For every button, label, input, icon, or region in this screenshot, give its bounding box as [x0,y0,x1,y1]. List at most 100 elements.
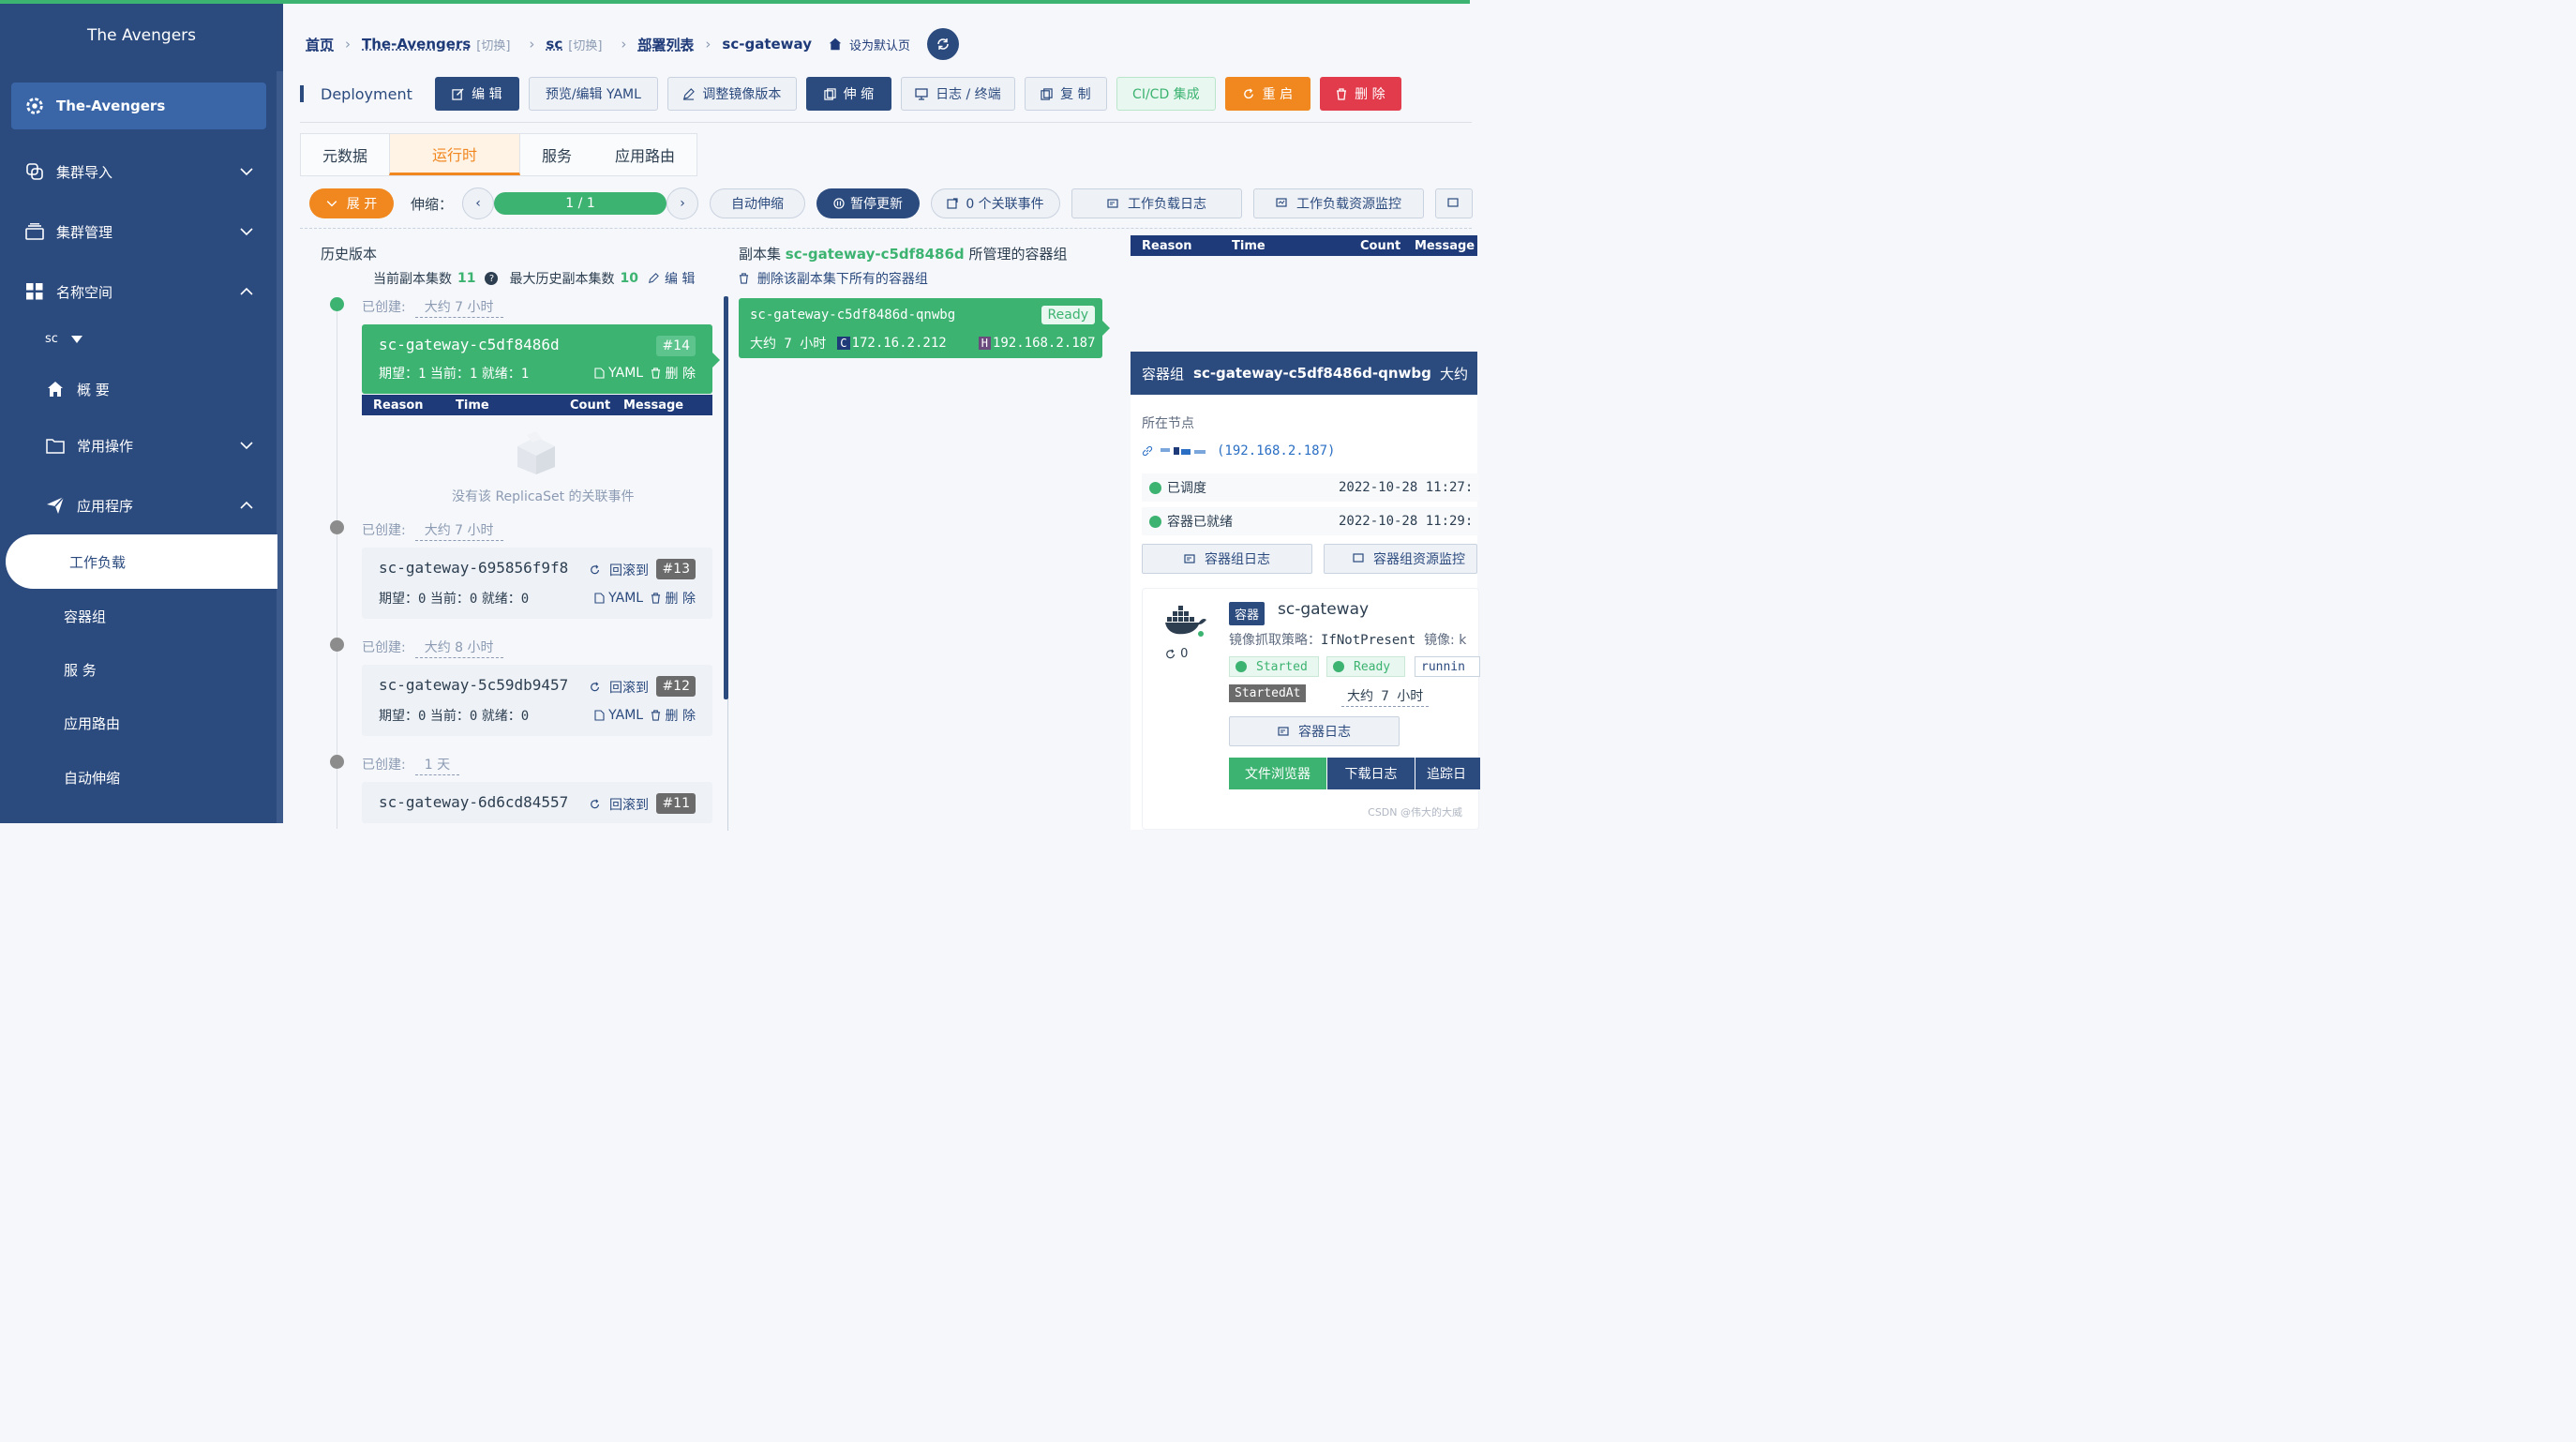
delete-all-pods-link[interactable]: 删除该副本集下所有的容器组 [739,269,928,288]
pause-rollout-button[interactable]: 暂停更新 [816,188,921,218]
trash-icon [651,593,661,604]
image-version-button[interactable]: 调整镜像版本 [666,77,797,111]
events-button[interactable]: 0 个关联事件 [931,188,1061,218]
restart-button[interactable]: 重 启 [1224,77,1310,111]
pod-monitor-button[interactable]: 容器组资源监控 [1324,544,1477,574]
breadcrumb-switch-namespace[interactable]: [切换] [568,36,602,53]
expand-button[interactable]: 展 开 [309,188,394,218]
pod-detail-panel: 容器组 sc-gateway-c5df8486d-qnwbg 大约 所在节点 (… [1131,352,1480,830]
rollback-link[interactable]: 回滚到 [590,678,649,697]
delete-rs-link[interactable]: 删 除 [651,589,696,608]
yaml-link[interactable]: YAML [594,708,643,723]
follow-logs-button[interactable]: 追踪日 [1415,758,1480,789]
cluster-selector[interactable]: The-Avengers [11,83,266,129]
tab-metadata[interactable]: 元数据 [301,134,389,175]
chevron-down-icon[interactable] [240,227,253,236]
pod-card[interactable]: sc-gateway-c5df8486d-qnwbg Ready 大约 7 小时… [739,298,1102,358]
pod-logs-button[interactable]: 容器组日志 [1142,544,1312,574]
cicd-button[interactable]: CI/CD 集成 [1116,77,1216,111]
chevron-down-icon[interactable] [240,167,253,176]
breadcrumb-namespace[interactable]: sc [546,36,562,53]
autoscale-button[interactable]: 自动伸缩 [710,188,806,218]
replicaset-card[interactable]: sc-gateway-695856f9f8 回滚到 #13 期望：0 当前：0 … [362,548,712,619]
replica-status: 期望：1 当前：1 就绪：1 [379,364,529,383]
chevron-right-icon: › [680,196,685,211]
delete-button[interactable]: 删 除 [1319,77,1401,111]
sidebar-item-ingress[interactable]: 应用路由 [64,713,120,733]
sidebar-item-cluster-import[interactable]: 集群导入 [24,161,112,182]
check-icon [1149,481,1161,494]
breadcrumb-switch-cluster[interactable]: [切换] [476,36,510,53]
expand-label: 展 开 [346,197,378,212]
policy-value: IfNotPresent [1321,633,1416,648]
tab-ingress[interactable]: 应用路由 [593,134,696,175]
trash-icon [1337,87,1347,100]
sidebar-item-namespace[interactable]: 名称空间 [24,281,112,302]
tab-runtime[interactable]: 运行时 [389,134,520,175]
restart-icon [1243,87,1253,98]
replicaset-card-current[interactable]: sc-gateway-c5df8486d #14 期望：1 当前：1 就绪：1 … [362,324,712,394]
breadcrumb-deploy-list[interactable]: 部署列表 [637,35,694,54]
status-ready: Ready [1326,656,1405,677]
more-button[interactable] [1435,188,1474,218]
help-icon[interactable]: ? [485,272,499,285]
sidebar-scrollbar[interactable] [277,71,283,823]
scale-up-button[interactable]: › [666,188,699,219]
col-time: Time [1232,238,1266,253]
sidebar-item-applications[interactable]: 应用程序 [45,495,133,516]
yaml-link[interactable]: YAML [594,591,643,606]
replica-status: 期望：0 当前：0 就绪：0 [379,706,529,725]
file-browser-button[interactable]: 文件浏览器 [1229,758,1326,789]
sidebar-item-pods[interactable]: 容器组 [64,607,106,626]
container-logs-button[interactable]: 容器日志 [1229,716,1400,746]
copy-button[interactable]: 复 制 [1024,77,1107,111]
events-label: 0 个关联事件 [966,197,1044,212]
rollback-link[interactable]: 回滚到 [590,795,649,814]
yaml-link[interactable]: YAML [594,366,643,381]
scale-button[interactable]: 伸 缩 [805,77,891,111]
chevron-down-icon[interactable] [240,441,253,450]
sidebar-item-cluster-manage[interactable]: 集群管理 [24,221,112,242]
delete-rs-link[interactable]: 删 除 [651,364,696,383]
rs-name: sc-gateway-c5df8486d [785,246,965,263]
logs-terminal-button[interactable]: 日志 / 终端 [900,77,1015,111]
sidebar-item-workloads[interactable]: 工作负载 [6,534,277,589]
created-info: 已创建: 大约 8 小时 [362,638,503,658]
scale-down-button[interactable]: ‹ [462,188,495,219]
edit-button[interactable]: 编 辑 [434,77,519,111]
node-link[interactable]: (192.168.2.187) [1142,443,1335,458]
replicaset-name: sc-gateway-5c59db9457 [379,676,569,694]
sidebar-item-services[interactable]: 服 务 [64,660,97,680]
replicaset-card[interactable]: sc-gateway-6d6cd84557 回滚到 #11 [362,782,712,823]
resource-monitor-button[interactable]: 工作负载资源监控 [1253,188,1425,218]
condition-label: 已调度 [1167,481,1206,496]
replicaset-card[interactable]: sc-gateway-5c59db9457 回滚到 #12 期望：0 当前：0 … [362,665,712,736]
rollback-link[interactable]: 回滚到 [590,561,649,579]
timeline-dot [330,755,344,769]
sidebar-item-autoscale[interactable]: 自动伸缩 [64,768,120,788]
refresh-button[interactable] [926,28,959,60]
sidebar-item-overview[interactable]: 概 要 [45,379,110,399]
breadcrumb-home[interactable]: 首页 [306,35,334,54]
sidebar-item-common-ops[interactable]: 常用操作 [45,435,133,456]
edit-history-link[interactable]: 编 辑 [665,269,695,288]
desired-value: 0 [418,592,427,607]
workload-logs-button[interactable]: 工作负载日志 [1071,188,1243,218]
replica-status: 期望：0 当前：0 就绪：0 [379,589,529,608]
chevron-up-icon[interactable] [240,501,253,510]
tab-service[interactable]: 服务 [520,134,593,175]
set-default-link[interactable]: 设为默认页 [849,36,910,53]
folder-icon [45,435,66,456]
yaml-button[interactable]: 预览/编辑 YAML [528,77,658,111]
startedat-value: 大约 7 小时 [1341,686,1430,707]
breadcrumb-cluster[interactable]: The-Avengers [362,36,471,53]
namespace-selector[interactable]: sc [45,332,82,346]
panel-resizer[interactable] [724,296,728,699]
empty-events-text: 没有该 ReplicaSet 的关联事件 [452,489,635,504]
selected-arrow [712,353,720,368]
rollback-label: 回滚到 [609,563,649,578]
download-logs-button[interactable]: 下载日志 [1326,758,1415,789]
dashed-divider [300,228,1472,229]
chevron-up-icon[interactable] [240,287,253,296]
delete-rs-link[interactable]: 删 除 [651,706,696,725]
